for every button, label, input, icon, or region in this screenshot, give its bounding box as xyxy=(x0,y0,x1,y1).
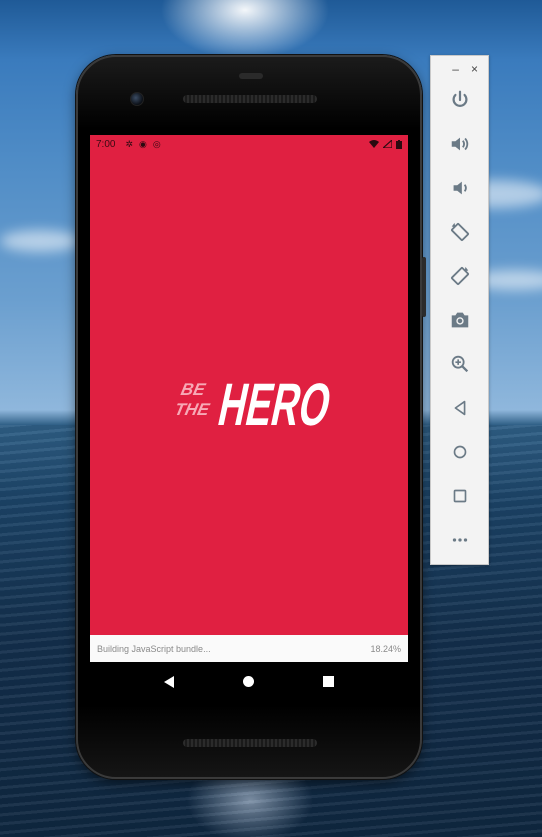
camera-icon xyxy=(451,312,468,328)
volume-down-icon xyxy=(453,181,467,195)
volume-down-button[interactable] xyxy=(431,166,488,210)
power-icon xyxy=(452,90,467,107)
status-bar: 7:00 ✲ ◉ ◎ xyxy=(90,135,408,153)
be-the-hero-logo: BE THE HERO xyxy=(173,371,332,433)
back-icon xyxy=(454,400,465,416)
device-screen[interactable]: 7:00 ✲ ◉ ◎ BE THE HERO Building JavaScri… xyxy=(90,135,408,701)
rotate-left-button[interactable] xyxy=(431,210,488,254)
more-icon xyxy=(452,538,467,542)
nav-recents-button[interactable] xyxy=(322,676,334,687)
logo-line2: THE xyxy=(173,399,212,419)
side-button xyxy=(422,257,426,317)
earpiece xyxy=(239,73,263,79)
rotate-right-icon xyxy=(450,266,469,285)
overview-button[interactable] xyxy=(431,474,488,518)
status-right xyxy=(369,139,402,149)
cloud xyxy=(0,230,80,252)
front-camera xyxy=(130,92,144,106)
android-nav-bar xyxy=(90,662,408,701)
screenshot-button[interactable] xyxy=(431,298,488,342)
nav-back-button[interactable] xyxy=(164,675,175,688)
sync-icon: ◎ xyxy=(152,138,161,149)
zoom-icon xyxy=(451,355,468,373)
top-speaker xyxy=(183,95,317,103)
status-time: 7:00 xyxy=(96,138,116,150)
emulator-toolbar: – × xyxy=(430,55,489,565)
bundle-progress-text: 18.24% xyxy=(370,643,401,654)
logo-line1: BE xyxy=(179,379,207,399)
volume-up-icon xyxy=(451,137,468,151)
signal-icon xyxy=(383,140,392,148)
phone-frame: 7:00 ✲ ◉ ◎ BE THE HERO Building JavaScri… xyxy=(76,55,426,779)
settings-icon: ✲ xyxy=(125,138,134,149)
more-button[interactable] xyxy=(431,518,488,562)
rotate-right-button[interactable] xyxy=(431,254,488,298)
battery-icon xyxy=(396,139,402,149)
volume-up-button[interactable] xyxy=(431,122,488,166)
back-button[interactable] xyxy=(431,386,488,430)
wifi-icon xyxy=(369,140,379,148)
home-icon xyxy=(453,445,466,459)
bottom-speaker xyxy=(183,739,317,747)
bundle-status-text: Building JavaScript bundle... xyxy=(97,643,211,654)
home-button[interactable] xyxy=(431,430,488,474)
overview-icon xyxy=(453,489,466,503)
close-button[interactable]: × xyxy=(471,62,478,76)
power-button[interactable] xyxy=(431,78,488,122)
app-icon: ◉ xyxy=(139,138,147,149)
nav-home-button[interactable] xyxy=(242,676,254,687)
rotate-left-icon xyxy=(450,222,469,241)
logo-main: HERO xyxy=(213,371,332,433)
bundle-progress-bar: Building JavaScript bundle... 18.24% xyxy=(90,635,408,662)
minimize-button[interactable]: – xyxy=(452,62,459,76)
zoom-button[interactable] xyxy=(431,342,488,386)
